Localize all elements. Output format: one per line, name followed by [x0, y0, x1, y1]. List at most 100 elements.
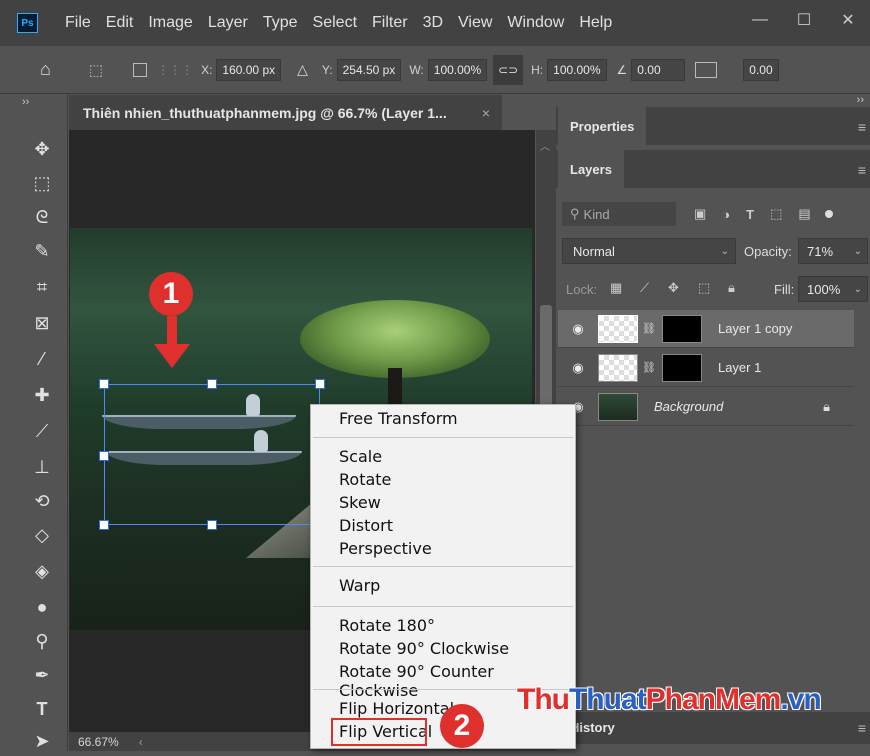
menu-item-free-transform[interactable]: Free Transform — [339, 409, 458, 428]
menu-item-rotate-90-cw[interactable]: Rotate 90° Clockwise — [339, 639, 509, 658]
menu-type[interactable]: Type — [256, 14, 306, 32]
minimize-button[interactable]: — — [738, 0, 782, 40]
opacity-field[interactable]: 71% ⌄ — [798, 238, 868, 264]
blur-tool-icon[interactable]: ● — [26, 592, 58, 622]
transform-handle-bl[interactable] — [99, 520, 109, 530]
menu-item-warp[interactable]: Warp — [339, 576, 380, 595]
menu-3d[interactable]: 3D — [416, 14, 451, 32]
clone-stamp-tool-icon[interactable]: ⊥ — [26, 452, 58, 482]
panel-collapse-icon[interactable]: ›› — [857, 94, 864, 106]
transform-handle-ml[interactable] — [99, 451, 109, 461]
mask-link-icon[interactable]: ⛓ — [642, 322, 656, 335]
type-filter-icon[interactable]: T — [746, 207, 754, 222]
interpolation-icon[interactable] — [695, 61, 718, 78]
shape-filter-icon[interactable]: ⬚ — [770, 206, 782, 222]
home-icon[interactable]: ⌂ — [40, 59, 51, 80]
menu-window[interactable]: Window — [500, 14, 572, 32]
marquee-tool-icon[interactable]: ⬚ — [26, 168, 58, 198]
visibility-eye-icon[interactable]: ◉ — [558, 321, 598, 337]
blend-mode-select[interactable]: Normal ⌄ — [562, 238, 736, 264]
paint-bucket-tool-icon[interactable]: ◈ — [26, 556, 58, 586]
menu-view[interactable]: View — [451, 14, 500, 32]
tab-layers[interactable]: Layers — [558, 150, 624, 188]
close-window-button[interactable]: ✕ — [826, 0, 870, 40]
h-field[interactable]: 100.00% — [547, 58, 607, 81]
lock-transparent-icon[interactable]: ▦ — [610, 280, 622, 296]
layer-mask-thumbnail[interactable] — [661, 314, 702, 343]
menu-layer[interactable]: Layer — [201, 14, 256, 32]
lock-artboard-icon[interactable]: ⬚ — [698, 280, 710, 296]
transform-handle-tr[interactable] — [315, 379, 325, 389]
frame-tool-icon[interactable]: ⊠ — [26, 308, 58, 338]
menu-item-rotate[interactable]: Rotate — [339, 470, 391, 489]
reference-point-grid-icon[interactable]: ⋮⋮⋮ — [157, 63, 193, 77]
menu-edit[interactable]: Edit — [99, 14, 142, 32]
move-tool-icon[interactable]: ✥ — [26, 134, 58, 164]
menu-item-distort[interactable]: Distort — [339, 516, 393, 535]
layer-row-layer-1-copy[interactable]: ◉ ⛓ Layer 1 copy — [558, 310, 854, 348]
y-field[interactable]: 254.50 px — [336, 58, 402, 81]
menu-item-scale[interactable]: Scale — [339, 447, 382, 466]
skew-field[interactable]: 0.00 — [743, 58, 779, 81]
transform-handle-tm[interactable] — [207, 379, 217, 389]
close-document-icon[interactable]: × — [482, 105, 490, 121]
dodge-tool-icon[interactable]: ⚲ — [26, 626, 58, 656]
angle-field[interactable]: 0.00 — [631, 58, 686, 81]
healing-brush-tool-icon[interactable]: ✚ — [26, 380, 58, 410]
scroll-left-icon[interactable]: ‹ — [139, 735, 143, 749]
filter-toggle-icon[interactable] — [824, 210, 833, 218]
kind-filter-dropdown[interactable]: ⚲ Kind — [562, 202, 676, 226]
adjustment-filter-icon[interactable]: ◑ — [722, 207, 730, 222]
visibility-eye-icon[interactable]: ◉ — [558, 360, 598, 376]
menu-item-perspective[interactable]: Perspective — [339, 539, 432, 558]
layer-row-layer-1[interactable]: ◉ ⛓ Layer 1 — [558, 349, 854, 387]
w-field[interactable]: 100.00% — [427, 58, 488, 81]
panel-menu-icon[interactable]: ≡ — [858, 720, 866, 736]
menu-file[interactable]: File — [58, 14, 99, 32]
menu-item-flip-horizontal[interactable]: Flip Horizontal — [339, 699, 454, 718]
lock-all-icon[interactable]: 🔒︎ — [728, 280, 735, 296]
scroll-up-icon[interactable]: ︿ — [540, 138, 550, 153]
smart-object-filter-icon[interactable]: ▤ — [798, 206, 810, 222]
tab-properties[interactable]: Properties — [558, 107, 647, 145]
transform-bounding-box[interactable] — [104, 384, 320, 525]
eyedropper-tool-icon[interactable]: ⁄ — [26, 344, 58, 374]
transform-handle-bm[interactable] — [207, 520, 217, 530]
lock-icon: 🔒︎ — [823, 398, 830, 414]
menu-image[interactable]: Image — [141, 14, 200, 32]
lock-image-icon[interactable]: ⟋ — [640, 280, 649, 296]
link-icon[interactable]: ⊂⊃ — [493, 54, 524, 85]
lock-position-icon[interactable]: ✥ — [668, 280, 679, 296]
eraser-tool-icon[interactable]: ◇ — [26, 520, 58, 550]
quick-select-tool-icon[interactable]: ✎ — [26, 236, 58, 266]
transform-handle-tl[interactable] — [99, 379, 109, 389]
mask-link-icon[interactable]: ⛓ — [642, 361, 656, 374]
maximize-button[interactable]: ☐ — [782, 0, 826, 40]
menu-item-skew[interactable]: Skew — [339, 493, 381, 512]
fill-field[interactable]: 100% ⌄ — [798, 276, 868, 302]
layer-row-background[interactable]: ◉ Background 🔒︎ — [558, 388, 854, 426]
reference-point-checkbox[interactable] — [133, 62, 148, 77]
image-filter-icon[interactable]: ▣ — [694, 206, 706, 222]
lasso-tool-icon[interactable]: ᘓ — [26, 202, 58, 232]
type-tool-icon[interactable]: T — [26, 694, 58, 724]
history-brush-tool-icon[interactable]: ⟲ — [26, 486, 58, 516]
right-panels: ›› Properties ≡ Layers ≡ ⚲ Kind ▣ ◑ T ⬚ … — [556, 94, 870, 751]
panel-collapse-icon[interactable]: ›› — [22, 96, 29, 108]
crop-tool-icon[interactable]: ⌗ — [26, 272, 58, 302]
x-field[interactable]: 160.00 px — [216, 58, 282, 81]
tab-history[interactable]: History — [570, 720, 615, 735]
step-arrow-down — [154, 316, 190, 368]
panel-menu-icon[interactable]: ≡ — [858, 162, 866, 178]
menu-help[interactable]: Help — [572, 14, 620, 32]
path-selection-tool-icon[interactable]: ➤ — [26, 726, 58, 756]
zoom-level[interactable]: 66.67% — [78, 735, 119, 749]
menu-item-rotate-180[interactable]: Rotate 180° — [339, 616, 435, 635]
menu-filter[interactable]: Filter — [365, 14, 416, 32]
pen-tool-icon[interactable]: ✒ — [26, 660, 58, 690]
layer-mask-thumbnail[interactable] — [661, 353, 702, 382]
panel-menu-icon[interactable]: ≡ — [858, 119, 866, 135]
document-tab[interactable]: Thiên nhien_thuthuatphanmem.jpg @ 66.7% … — [69, 94, 502, 130]
brush-tool-icon[interactable]: ⟋ — [26, 416, 58, 446]
menu-select[interactable]: Select — [306, 14, 365, 32]
